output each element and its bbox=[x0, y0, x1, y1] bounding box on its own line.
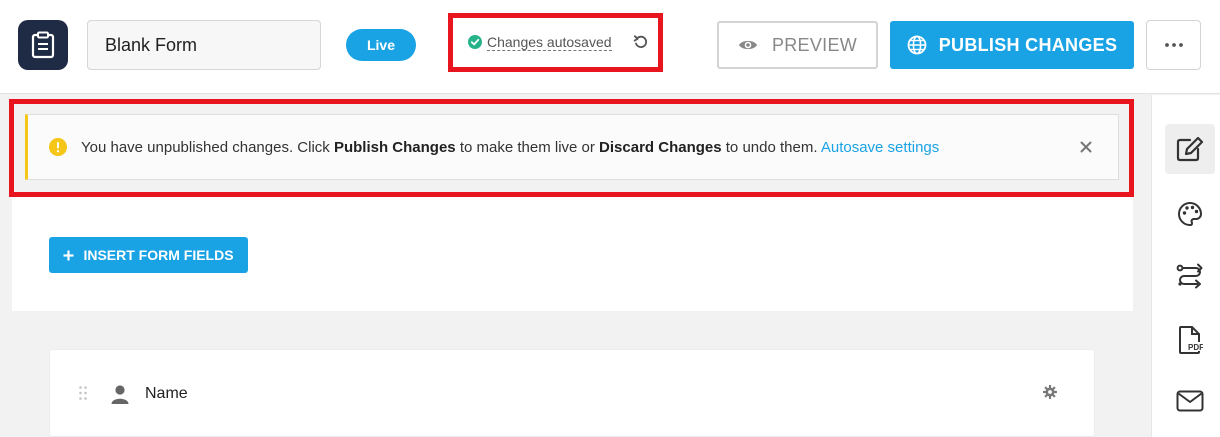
form-canvas: Name bbox=[12, 311, 1133, 437]
insert-button-label: INSERT FORM FIELDS bbox=[83, 247, 234, 263]
insert-form-fields-button[interactable]: INSERT FORM FIELDS bbox=[49, 237, 248, 273]
notice-publish-emphasis: Publish Changes bbox=[333, 138, 456, 156]
preview-button-label: PREVIEW bbox=[771, 34, 858, 55]
clipboard-icon bbox=[31, 31, 55, 59]
sidebar-item-edit[interactable] bbox=[1165, 124, 1215, 174]
field-label: Name bbox=[145, 385, 188, 402]
autosave-status: Changes autosaved bbox=[448, 13, 663, 72]
unpublished-changes-notice: You have unpublished changes. Click Publ… bbox=[25, 114, 1119, 180]
pdf-icon: PDF bbox=[1179, 326, 1203, 354]
check-circle-icon bbox=[468, 35, 482, 49]
form-builder-toolbar-area: INSERT FORM FIELDS bbox=[12, 197, 1133, 311]
sidebar-item-logic[interactable] bbox=[1165, 251, 1215, 301]
notice-text-part: You have unpublished changes. Click bbox=[81, 138, 334, 156]
notice-highlight-frame: You have unpublished changes. Click Publ… bbox=[9, 99, 1134, 197]
gear-icon[interactable] bbox=[1043, 385, 1057, 399]
mail-icon bbox=[1176, 390, 1204, 412]
app-logo[interactable] bbox=[18, 20, 68, 70]
sidebar-item-pdf[interactable]: PDF bbox=[1165, 315, 1215, 365]
info-icon bbox=[49, 138, 67, 156]
form-name-input[interactable]: Blank Form bbox=[87, 20, 321, 70]
notice-discard-emphasis: Discard Changes bbox=[599, 138, 722, 156]
routing-icon bbox=[1176, 263, 1203, 289]
undo-icon[interactable] bbox=[633, 34, 649, 50]
palette-icon bbox=[1178, 201, 1203, 227]
plus-icon bbox=[63, 250, 74, 260]
more-horizontal-icon bbox=[1164, 43, 1183, 47]
notice-text-part: to make them live or bbox=[455, 138, 600, 156]
live-status-badge: Live bbox=[346, 29, 416, 61]
autosave-settings-link[interactable]: Autosave settings bbox=[821, 139, 939, 156]
edit-icon bbox=[1176, 136, 1204, 162]
svg-text:PDF: PDF bbox=[1188, 343, 1203, 352]
sidebar-item-email[interactable] bbox=[1165, 376, 1215, 426]
top-bar: Blank Form Live Changes autosaved PREVIE… bbox=[0, 0, 1220, 94]
notice-message: You have unpublished changes. Click Publ… bbox=[81, 139, 939, 156]
user-icon bbox=[111, 385, 129, 404]
globe-icon bbox=[907, 35, 927, 55]
publish-button-label: PUBLISH CHANGES bbox=[938, 34, 1118, 55]
right-sidebar: PDF bbox=[1151, 95, 1220, 437]
publish-changes-button[interactable]: PUBLISH CHANGES bbox=[890, 21, 1134, 69]
close-icon[interactable] bbox=[1078, 139, 1094, 155]
sidebar-item-style[interactable] bbox=[1165, 189, 1215, 239]
preview-button[interactable]: PREVIEW bbox=[717, 21, 878, 69]
form-field-row[interactable]: Name bbox=[49, 349, 1095, 437]
eye-icon bbox=[738, 40, 757, 50]
more-options-button[interactable] bbox=[1146, 20, 1201, 70]
notice-text-part: to undo them. bbox=[721, 138, 821, 156]
autosave-status-text[interactable]: Changes autosaved bbox=[487, 34, 612, 51]
drag-handle-icon[interactable] bbox=[78, 385, 88, 401]
